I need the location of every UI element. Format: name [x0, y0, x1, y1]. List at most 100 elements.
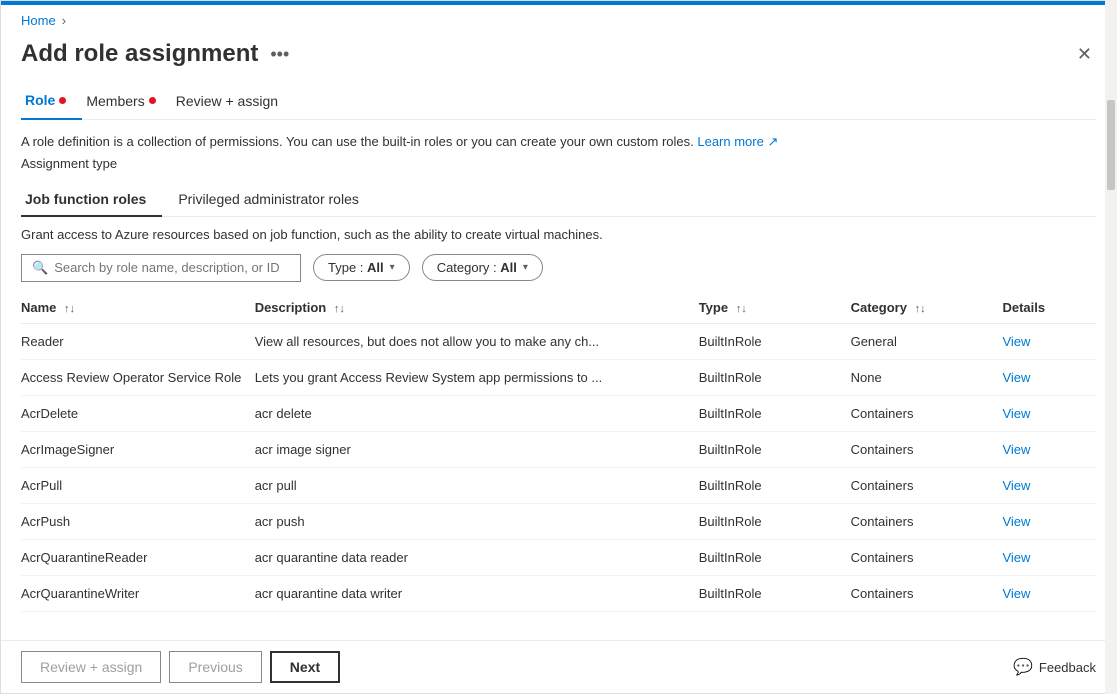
search-wrapper[interactable]: 🔍 [21, 254, 301, 282]
cell-view-link[interactable]: View [1002, 539, 1096, 575]
cell-category: General [851, 323, 1003, 359]
desc-sort-icon: ↑↓ [334, 303, 345, 315]
tabs-row: Role Members Review + assign [21, 84, 1096, 120]
table-row[interactable]: AcrImageSigner acr image signer BuiltInR… [21, 431, 1096, 467]
col-header-type[interactable]: Type ↑↓ [699, 292, 851, 324]
col-header-category[interactable]: Category ↑↓ [851, 292, 1003, 324]
type-filter-chevron: ▾ [390, 262, 395, 273]
table-row[interactable]: AcrDelete acr delete BuiltInRole Contain… [21, 395, 1096, 431]
tab-members[interactable]: Members [82, 84, 171, 119]
tab-members-dot [149, 97, 156, 104]
cell-type: BuiltInRole [699, 431, 851, 467]
cell-description: acr push [255, 503, 699, 539]
next-label: Next [290, 659, 320, 675]
table-row[interactable]: Reader View all resources, but does not … [21, 323, 1096, 359]
cell-name: Reader [21, 323, 255, 359]
cell-description: acr delete [255, 395, 699, 431]
cell-name: AcrPull [21, 467, 255, 503]
sub-tab-privileged[interactable]: Privileged administrator roles [174, 185, 375, 216]
cell-view-link[interactable]: View [1002, 503, 1096, 539]
cell-description: Lets you grant Access Review System app … [255, 359, 699, 395]
cell-view-link[interactable]: View [1002, 359, 1096, 395]
cell-category: Containers [851, 575, 1003, 611]
footer: Review + assign Previous Next 💬 Feedback [1, 640, 1116, 693]
table-row[interactable]: Access Review Operator Service Role Lets… [21, 359, 1096, 395]
cell-name: Access Review Operator Service Role [21, 359, 255, 395]
sub-tab-job-function[interactable]: Job function roles [21, 185, 162, 217]
tab-role-label: Role [25, 92, 55, 108]
cell-name: AcrQuarantineWriter [21, 575, 255, 611]
type-filter-pill[interactable]: Type : All ▾ [313, 254, 410, 281]
sub-tab-description: Grant access to Azure resources based on… [21, 227, 1096, 242]
table-body: Reader View all resources, but does not … [21, 323, 1096, 611]
cell-view-link[interactable]: View [1002, 431, 1096, 467]
scrollbar-track[interactable] [1105, 0, 1117, 694]
tab-review-assign-label: Review + assign [176, 93, 278, 109]
search-filter-row: 🔍 Type : All ▾ Category : All ▾ [21, 254, 1096, 282]
tab-role-dot [59, 97, 66, 104]
cell-type: BuiltInRole [699, 575, 851, 611]
cell-type: BuiltInRole [699, 395, 851, 431]
cell-view-link[interactable]: View [1002, 323, 1096, 359]
next-button[interactable]: Next [270, 651, 340, 683]
role-description: A role definition is a collection of per… [21, 132, 1096, 152]
cell-view-link[interactable]: View [1002, 575, 1096, 611]
cell-name: AcrDelete [21, 395, 255, 431]
more-options-icon[interactable]: ••• [270, 44, 289, 65]
previous-button[interactable]: Previous [169, 651, 261, 683]
cell-type: BuiltInRole [699, 467, 851, 503]
roles-table: Name ↑↓ Description ↑↓ Type ↑↓ Category … [21, 292, 1096, 612]
table-row[interactable]: AcrQuarantineReader acr quarantine data … [21, 539, 1096, 575]
cell-name: AcrImageSigner [21, 431, 255, 467]
learn-more-link[interactable]: Learn more ↗ [697, 134, 778, 149]
page-title: Add role assignment [21, 40, 258, 68]
category-filter-label: Category : All [437, 260, 517, 275]
tab-members-label: Members [86, 93, 144, 109]
cell-description: View all resources, but does not allow y… [255, 323, 699, 359]
tab-review-assign[interactable]: Review + assign [172, 84, 294, 119]
table-row[interactable]: AcrPush acr push BuiltInRole Containers … [21, 503, 1096, 539]
cell-category: None [851, 359, 1003, 395]
review-assign-label: Review + assign [40, 659, 142, 675]
cell-type: BuiltInRole [699, 503, 851, 539]
feedback-icon: 💬 [1013, 657, 1033, 677]
table-row[interactable]: AcrPull acr pull BuiltInRole Containers … [21, 467, 1096, 503]
review-assign-button[interactable]: Review + assign [21, 651, 161, 683]
col-header-details: Details [1002, 292, 1096, 324]
cell-description: acr quarantine data reader [255, 539, 699, 575]
cell-type: BuiltInRole [699, 359, 851, 395]
table-row[interactable]: AcrQuarantineWriter acr quarantine data … [21, 575, 1096, 611]
cell-type: BuiltInRole [699, 323, 851, 359]
cell-description: acr image signer [255, 431, 699, 467]
breadcrumb: Home › [1, 5, 1116, 32]
footer-left-buttons: Review + assign Previous Next [21, 651, 340, 683]
cell-view-link[interactable]: View [1002, 467, 1096, 503]
breadcrumb-separator: › [62, 13, 66, 28]
cell-description: acr pull [255, 467, 699, 503]
cell-category: Containers [851, 395, 1003, 431]
cell-name: AcrQuarantineReader [21, 539, 255, 575]
sub-tabs-row: Job function roles Privileged administra… [21, 185, 1096, 217]
breadcrumb-home[interactable]: Home [21, 13, 56, 28]
tab-role[interactable]: Role [21, 84, 82, 120]
sub-tab-job-function-label: Job function roles [25, 191, 146, 207]
category-filter-chevron: ▾ [523, 262, 528, 273]
cell-type: BuiltInRole [699, 539, 851, 575]
cell-category: Containers [851, 467, 1003, 503]
cell-category: Containers [851, 539, 1003, 575]
cell-view-link[interactable]: View [1002, 395, 1096, 431]
assignment-type-label: Assignment type [21, 156, 1096, 171]
sub-tab-privileged-label: Privileged administrator roles [178, 191, 359, 207]
cell-description: acr quarantine data writer [255, 575, 699, 611]
col-header-name[interactable]: Name ↑↓ [21, 292, 255, 324]
table-header-row: Name ↑↓ Description ↑↓ Type ↑↓ Category … [21, 292, 1096, 324]
feedback-button[interactable]: 💬 Feedback [1013, 657, 1096, 677]
search-icon: 🔍 [32, 260, 48, 276]
scrollbar-thumb[interactable] [1107, 100, 1115, 190]
search-input[interactable] [54, 260, 290, 275]
category-filter-pill[interactable]: Category : All ▾ [422, 254, 543, 281]
cell-category: Containers [851, 431, 1003, 467]
col-header-description[interactable]: Description ↑↓ [255, 292, 699, 324]
previous-label: Previous [188, 659, 242, 675]
close-button[interactable]: ✕ [1073, 41, 1096, 67]
